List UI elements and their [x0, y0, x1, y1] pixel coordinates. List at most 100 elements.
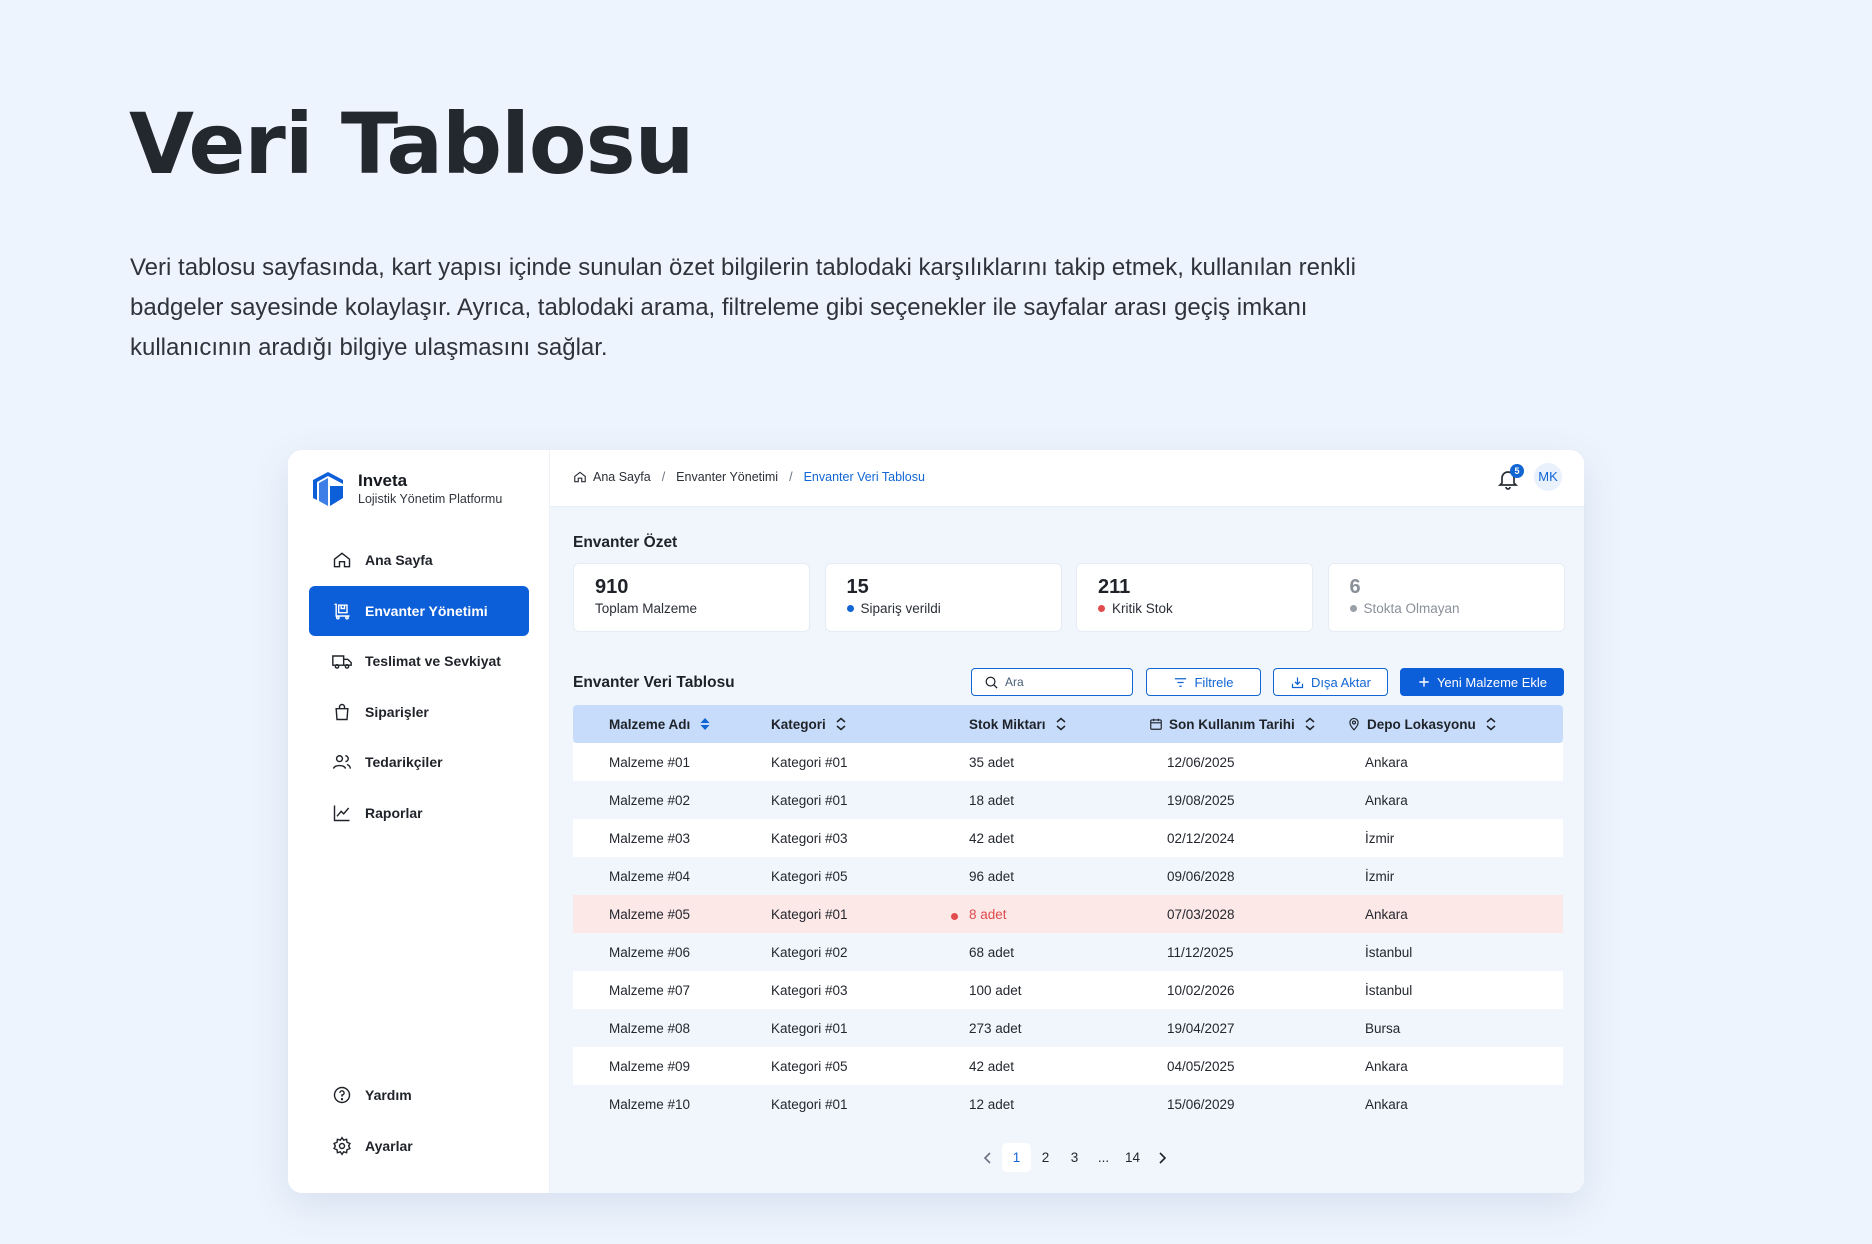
page-button[interactable]: 14: [1118, 1143, 1147, 1172]
plus-icon: [1419, 677, 1429, 687]
cell-text: Malzeme #01: [609, 754, 691, 770]
brand[interactable]: Inveta Lojistik Yönetim Platformu: [309, 470, 502, 508]
cell-expiry: 07/03/2028: [1167, 907, 1365, 922]
summary-card-ordered[interactable]: 15 Sipariş verildi: [824, 563, 1062, 632]
sidebar-item-label: Tedarikçiler: [365, 754, 443, 770]
cell-text: 68 adet: [969, 944, 1015, 960]
table-row[interactable]: Malzeme #04 Kategori #05 96 adet 09/06/2028…: [573, 857, 1563, 895]
cell-text: Malzeme #07: [609, 982, 691, 998]
summary-card-total[interactable]: 910 Toplam Malzeme: [573, 563, 810, 632]
critical-dot: [951, 912, 958, 920]
table-row[interactable]: Malzeme #08 Kategori #01 273 adet 19/04/202…: [573, 1009, 1563, 1047]
table-row[interactable]: Malzeme #01 Kategori #01 35 adet 12/06/2025…: [573, 743, 1563, 781]
sidebar-item-envanter-yonetimi[interactable]: Envanter Yönetimi: [309, 585, 529, 636]
sidebar-item-yardim[interactable]: Yardım: [309, 1070, 529, 1120]
cell-stock: 96 adet: [969, 869, 1167, 884]
cell-text: 11/12/2025: [1167, 944, 1234, 960]
sidebar-item-teslimat[interactable]: Teslimat ve Sevkiyat: [309, 636, 529, 686]
export-button[interactable]: Dışa Aktar: [1273, 668, 1388, 696]
card-label: Stokta Olmayan: [1363, 601, 1460, 616]
cell-location: İstanbul: [1365, 983, 1563, 998]
page-button[interactable]: 3: [1060, 1143, 1089, 1172]
sidebar-item-ana-sayfa[interactable]: Ana Sayfa: [309, 535, 529, 585]
chart-icon: [331, 802, 353, 824]
column-label: Malzeme Adı: [609, 716, 691, 732]
sort-icon: [1486, 717, 1496, 731]
filter-button[interactable]: Filtrele: [1146, 668, 1261, 696]
column-label: Depo Lokasyonu: [1367, 716, 1476, 732]
summary-card-critical[interactable]: 211 Kritik Stok: [1076, 563, 1313, 632]
column-header-category[interactable]: Kategori: [771, 717, 969, 732]
table-row[interactable]: Malzeme #07 Kategori #03 100 adet 10/02/202…: [573, 971, 1563, 1009]
column-header-location[interactable]: Depo Lokasyonu: [1347, 717, 1563, 732]
cell-text: Ankara: [1365, 1058, 1408, 1074]
table-row[interactable]: Malzeme #03 Kategori #03 42 adet 02/12/2024…: [573, 819, 1563, 857]
cell-text: Ankara: [1365, 754, 1408, 770]
cell-category: Kategori #05: [771, 869, 969, 884]
prev-page-button[interactable]: [973, 1143, 1002, 1172]
next-page-button[interactable]: [1147, 1143, 1176, 1172]
sidebar-item-label: Yardım: [365, 1087, 412, 1103]
cell-location: Ankara: [1365, 1097, 1563, 1112]
cell-stock: 12 adet: [969, 1097, 1167, 1112]
status-dot: [1349, 605, 1357, 612]
cell-location: İzmir: [1365, 869, 1563, 884]
sidebar-item-siparisler[interactable]: Siparişler: [309, 687, 529, 737]
cell-text: Kategori #01: [771, 906, 848, 922]
table-row[interactable]: Malzeme #09 Kategori #05 42 adet 04/05/2025…: [573, 1047, 1563, 1085]
avatar[interactable]: MK: [1534, 463, 1562, 491]
summary-card-out-of-stock[interactable]: 6 Stokta Olmayan: [1327, 563, 1565, 632]
table-row[interactable]: Malzeme #05 Kategori #01 8 adet 07/03/2028 A…: [573, 895, 1563, 933]
sidebar-item-label: Ayarlar: [365, 1137, 413, 1154]
cell-category: Kategori #01: [771, 1021, 969, 1036]
column-header-stock[interactable]: Stok Miktarı: [969, 717, 1167, 732]
cell-text: 8 adet: [969, 906, 1007, 922]
breadcrumb-item[interactable]: Ana Sayfa: [593, 470, 651, 484]
cell-expiry: 02/12/2024: [1167, 831, 1365, 846]
cell-text: 02/12/2024: [1167, 830, 1235, 846]
card-label-row: Stokta Olmayan: [1349, 601, 1543, 616]
cell-text: Kategori #03: [771, 982, 848, 998]
cell-expiry: 10/02/2026: [1167, 983, 1365, 998]
search-icon: [985, 676, 998, 689]
cell-expiry: 12/06/2025: [1167, 755, 1365, 770]
page-button[interactable]: 1: [1002, 1143, 1031, 1172]
truck-icon: [331, 650, 353, 672]
cell-expiry: 09/06/2028: [1167, 869, 1365, 884]
breadcrumb-item[interactable]: Envanter Yönetimi: [676, 470, 778, 484]
location-pin-icon: [1349, 717, 1359, 731]
sidebar-item-label: Ana Sayfa: [365, 552, 433, 568]
table-row[interactable]: Malzeme #10 Kategori #01 12 adet 15/06/2029…: [573, 1085, 1563, 1123]
sidebar-item-ayarlar[interactable]: Ayarlar: [309, 1121, 529, 1171]
sidebar-nav: Ana Sayfa Envanter Yönetimi Teslimat ve …: [309, 535, 529, 838]
cell-location: Ankara: [1365, 793, 1563, 808]
cell-category: Kategori #05: [771, 1059, 969, 1074]
cell-text: Kategori #02: [771, 944, 848, 960]
sidebar-item-raporlar[interactable]: Raporlar: [309, 788, 529, 838]
cell-text: İstanbul: [1365, 982, 1413, 998]
export-label: Dışa Aktar: [1311, 674, 1371, 690]
cell-text: 19/08/2025: [1167, 792, 1235, 808]
add-material-button[interactable]: Yeni Malzeme Ekle: [1400, 668, 1564, 696]
search-input[interactable]: Ara: [971, 668, 1133, 696]
page-button[interactable]: 2: [1031, 1143, 1060, 1172]
cell-name: Malzeme #07: [573, 983, 771, 998]
breadcrumb: Ana Sayfa / Envanter Yönetimi / Envanter…: [573, 470, 925, 484]
cell-text: Bursa: [1365, 1020, 1401, 1036]
cell-location: İstanbul: [1365, 945, 1563, 960]
cell-text: 42 adet: [969, 1058, 1015, 1074]
cell-text: 100 adet: [969, 982, 1022, 998]
cell-name: Malzeme #09: [573, 1059, 771, 1074]
column-header-name[interactable]: Malzeme Adı: [573, 717, 771, 732]
pagination: 1 2 3 ... 14: [973, 1143, 1176, 1172]
sidebar-item-label: Envanter Yönetimi: [365, 602, 488, 619]
brand-subtitle: Lojistik Yönetim Platformu: [358, 491, 503, 506]
cell-category: Kategori #02: [771, 945, 969, 960]
table-row[interactable]: Malzeme #02 Kategori #01 18 adet 19/08/2025…: [573, 781, 1563, 819]
sidebar-item-tedarikciler[interactable]: Tedarikçiler: [309, 737, 529, 787]
column-header-expiry[interactable]: Son Kullanım Tarihi: [1149, 717, 1365, 732]
sidebar-bottom-nav: Yardım Ayarlar: [309, 1070, 529, 1171]
cell-name: Malzeme #02: [573, 793, 771, 808]
topbar: Ana Sayfa / Envanter Yönetimi / Envanter…: [550, 450, 1584, 507]
table-row[interactable]: Malzeme #06 Kategori #02 68 adet 11/12/2025…: [573, 933, 1563, 971]
